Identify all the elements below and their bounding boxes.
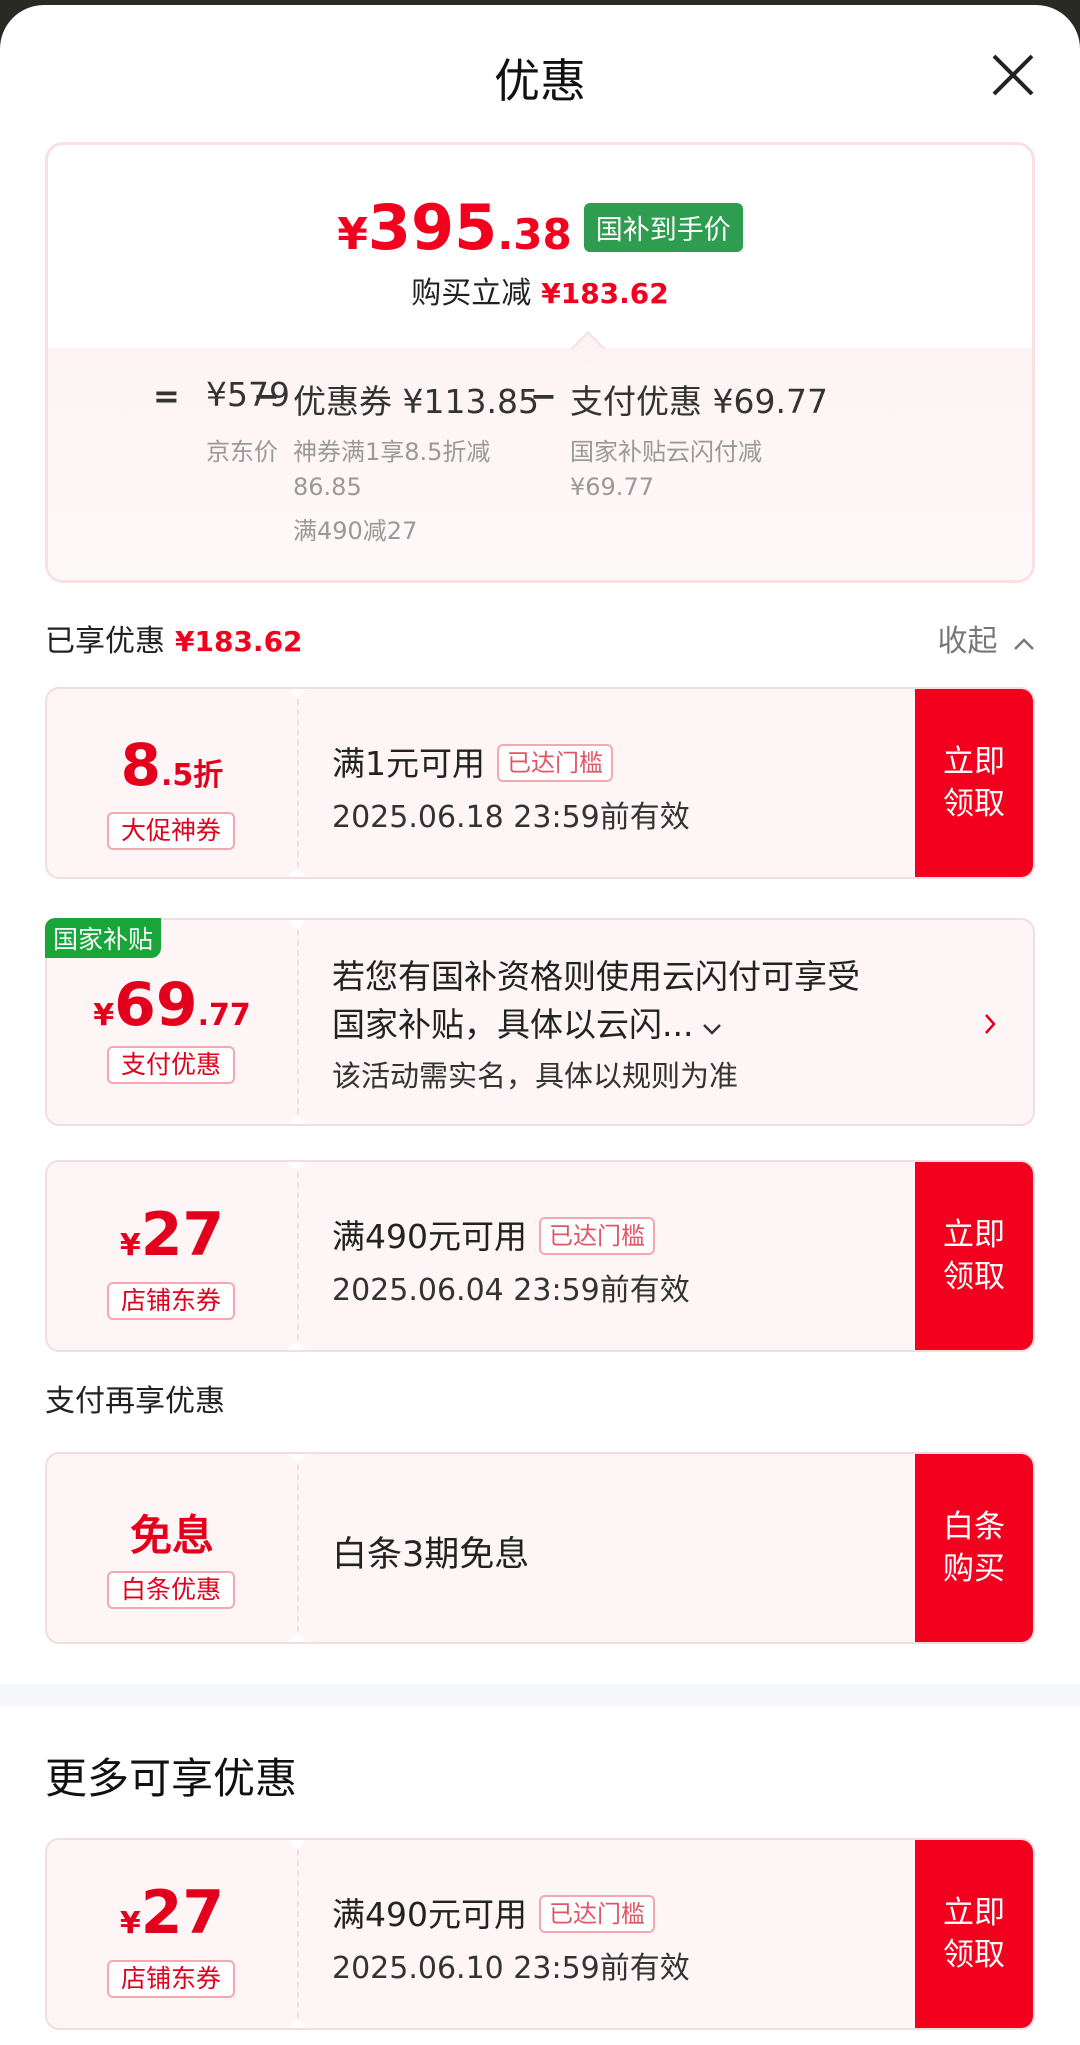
enjoyed-discount: 已享优惠 ¥183.62: [45, 616, 303, 660]
coupon-divider: [289, 1162, 305, 1350]
coupon-amount-area: 免息 白条优惠: [47, 1454, 297, 1642]
coupon-expiry: 2025.06.10 23:59前有效: [332, 1951, 690, 1986]
coupon-amount: ¥27: [47, 1878, 297, 1948]
price-summary-card: ¥ 395 .38 国补到手价 购买立减 ¥183.62 = ¥579 − 优惠券…: [45, 142, 1035, 583]
payment-detail-1: 国家补贴云闪付减: [570, 438, 762, 466]
amount-main: 8: [120, 731, 162, 799]
interest-free-label: 免息: [129, 1511, 214, 1560]
reduce-line: 购买立减 ¥183.62: [48, 268, 1032, 312]
coupon-expiry: 2025.06.18 23:59前有效: [332, 800, 690, 835]
sheet-title: 优惠: [494, 54, 586, 108]
coupon-detail-2: 86.85: [293, 473, 362, 501]
chevron-down-icon: [703, 1024, 722, 1035]
coupon-condition: 满1元可用: [332, 744, 485, 783]
coupon-title: 满1元可用 已达门槛: [332, 737, 613, 786]
coupon-amount-area: ¥27 店铺东券: [47, 1840, 297, 2028]
coupon-title: 满490元可用 已达门槛: [332, 1210, 655, 1259]
coupon-divider: [289, 689, 305, 877]
claim-label-2: 领取: [943, 786, 1005, 822]
minus-sign-1: −: [253, 377, 280, 415]
coupon-card: ¥27 店铺东券 满490元可用 已达门槛 2025.06.04 23:59前有效…: [45, 1160, 1035, 1352]
price-integer: 395: [367, 191, 498, 264]
pay-section-label: 支付再享优惠: [45, 1384, 225, 1419]
payment-detail-2: ¥69.77: [570, 473, 654, 501]
coupon-type-tag: 支付优惠: [107, 1046, 235, 1084]
collapse-toggle[interactable]: 收起: [937, 616, 1035, 660]
amount-main: 69: [114, 970, 198, 1040]
collapse-label: 收起: [937, 624, 998, 659]
amount-currency: ¥: [119, 1228, 141, 1263]
coupon-type-tag: 店铺东券: [107, 1960, 235, 1998]
chevron-right-icon[interactable]: [983, 1012, 997, 1036]
enjoyed-label: 已享优惠: [45, 624, 165, 659]
claim-button[interactable]: 立即 领取: [915, 1840, 1033, 2028]
coupon-condition: 满490元可用: [332, 1217, 527, 1256]
coupon-title: 满490元可用 已达门槛: [332, 1888, 655, 1937]
coupon-sheet: 优惠 ¥ 395 .38 国补到手价 购买立减 ¥183.62 = ¥579 − …: [0, 5, 1080, 2045]
subsidy-price-badge: 国补到手价: [583, 203, 743, 252]
reduce-value: ¥183.62: [541, 277, 669, 310]
more-discounts-title: 更多可享优惠: [45, 1754, 298, 1803]
section-separator: [0, 1684, 1080, 1706]
amount-currency: ¥: [93, 998, 115, 1033]
claim-label-1: 立即: [943, 1217, 1005, 1253]
threshold-reached-pill: 已达门槛: [497, 744, 613, 782]
claim-button[interactable]: 立即 领取: [915, 689, 1033, 877]
claim-label-1: 立即: [943, 1895, 1005, 1931]
coupon-expiry: 2025.06.04 23:59前有效: [332, 1273, 690, 1308]
claim-button[interactable]: 立即 领取: [915, 1162, 1033, 1350]
claim-label-2: 领取: [943, 1259, 1005, 1295]
currency-symbol: ¥: [337, 209, 368, 260]
amount-main: 27: [140, 1200, 225, 1270]
coupon-divider: [289, 1840, 305, 2028]
buy-label-2: 购买: [943, 1551, 1005, 1587]
threshold-reached-pill: 已达门槛: [539, 1895, 655, 1933]
coupon-type-tag: 白条优惠: [107, 1571, 235, 1609]
price-decimal: .38: [497, 210, 572, 259]
coupon-type-tag: 店铺东券: [107, 1282, 235, 1320]
coupon-type-tag: 大促神券: [107, 812, 235, 850]
subsidy-desc-line2[interactable]: 国家补贴，具体以云闪...: [332, 998, 723, 1046]
coupon-card: ¥27 店铺东券 满490元可用 已达门槛 2025.06.10 23:59前有效…: [45, 1838, 1035, 2030]
coupon-detail-1: 神券满1享8.5折减: [293, 438, 491, 466]
payment-discount-card[interactable]: ¥69.77 支付优惠 若您有国补资格则使用云闪付可享受 国家补贴，具体以云闪.…: [45, 918, 1035, 1126]
equals-sign: =: [153, 377, 180, 415]
minus-sign-2: −: [530, 377, 557, 415]
close-icon[interactable]: [988, 50, 1038, 100]
baitiao-buy-button[interactable]: 白条 购买: [915, 1454, 1033, 1642]
buy-label-1: 白条: [943, 1509, 1005, 1545]
coupon-condition: 满490元可用: [332, 1895, 527, 1934]
subsidy-desc-line1: 若您有国补资格则使用云闪付可享受: [332, 957, 860, 996]
coupon-amount: ¥69.77: [47, 970, 297, 1040]
coupon-detail-3: 满490减27: [293, 517, 418, 545]
claim-label-2: 领取: [943, 1937, 1005, 1973]
amount-main: 27: [140, 1878, 225, 1948]
subsidy-note: 该活动需实名，具体以规则为准: [332, 1059, 739, 1093]
coupon-total-value: 优惠券 ¥113.85: [293, 382, 539, 421]
payment-discount-value: 支付优惠 ¥69.77: [570, 382, 828, 421]
jd-price-label: 京东价: [206, 438, 278, 466]
coupon-divider: [289, 920, 305, 1124]
baitiao-title: 白条3期免息: [332, 1535, 530, 1575]
amount-suffix: .5折: [161, 758, 224, 793]
amount-currency: ¥: [119, 1906, 141, 1941]
coupon-amount: 8.5折: [47, 731, 297, 799]
subsidy-desc-text: 国家补贴，具体以云闪...: [332, 1005, 694, 1044]
coupon-divider: [289, 1454, 305, 1642]
claim-label-1: 立即: [943, 744, 1005, 780]
reduce-label: 购买立减: [411, 276, 532, 311]
coupon-amount-area: 8.5折 大促神券: [47, 689, 297, 877]
coupon-amount-area: ¥27 店铺东券: [47, 1162, 297, 1350]
enjoyed-value: ¥183.62: [175, 625, 303, 658]
threshold-reached-pill: 已达门槛: [539, 1217, 655, 1255]
final-price: ¥ 395 .38 国补到手价: [48, 191, 1032, 264]
coupon-card: 8.5折 大促神券 满1元可用 已达门槛 2025.06.18 23:59前有效 …: [45, 687, 1035, 879]
amount-suffix: .77: [197, 998, 251, 1033]
chevron-up-icon: [1014, 638, 1034, 650]
baitiao-card: 免息 白条优惠 白条3期免息 白条购买: [45, 1452, 1035, 1644]
national-subsidy-flag: 国家补贴: [45, 918, 162, 958]
coupon-amount: ¥27: [47, 1200, 297, 1270]
